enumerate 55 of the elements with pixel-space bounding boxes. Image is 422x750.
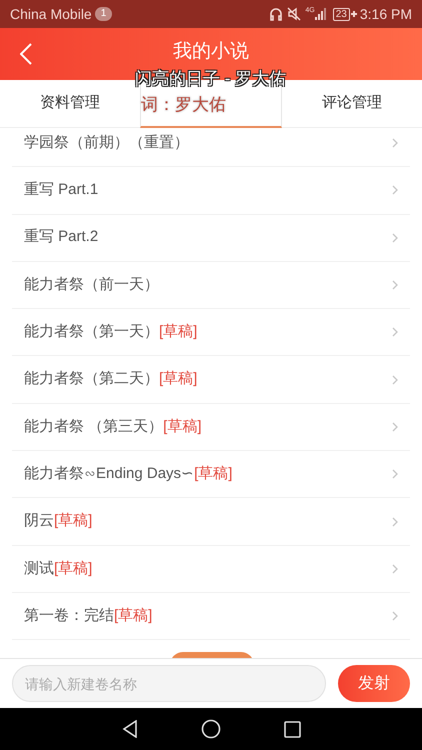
- draft-tag: [草稿]: [163, 416, 202, 438]
- draft-tag: [草稿]: [194, 462, 232, 486]
- chapter-row[interactable]: 测试[草稿]: [12, 546, 410, 593]
- draft-tag: [草稿]: [54, 558, 92, 580]
- chevron-icon: [392, 327, 398, 338]
- chapter-title: 重写 Part.1: [24, 180, 98, 200]
- chapter-title: 能力者祭（第一天）: [24, 322, 159, 342]
- chapter-row[interactable]: 学园祭（前期）（重置）: [12, 128, 410, 168]
- chapter-row[interactable]: 能力者祭∽Ending Days∽[草稿]: [12, 451, 410, 498]
- draft-tag: [草稿]: [159, 368, 198, 391]
- chapter-title: 学园祭（前期）（重置）: [24, 132, 189, 153]
- chevron-icon: [392, 280, 398, 290]
- headphones-icon: [269, 7, 284, 21]
- chapter-title: 重写 Part.2: [24, 227, 98, 248]
- back-icon[interactable]: [122, 720, 138, 738]
- chapter-title: 能力者祭 （第三天）: [24, 416, 164, 437]
- chapter-row[interactable]: 能力者祭 （第三天）[草稿]: [12, 404, 410, 452]
- chapter-row[interactable]: 重写 Part.2: [12, 214, 410, 262]
- recents-icon[interactable]: [284, 720, 300, 738]
- page-title: 我的小说: [173, 40, 249, 64]
- chapter-title: 能力者祭∽Ending Days∽: [24, 464, 194, 484]
- chevron-icon: [392, 516, 398, 527]
- chapter-row[interactable]: 能力者祭（第一天）[草稿]: [12, 309, 410, 356]
- signal-icon: [314, 8, 327, 20]
- chapter-row[interactable]: 阴云[草稿]: [12, 498, 410, 546]
- chevron-icon: [392, 138, 398, 148]
- floating-lyric: 词：罗大佑: [141, 94, 226, 116]
- clock: 3:16 PM: [360, 4, 412, 24]
- chapter-title: 阴云: [24, 511, 54, 532]
- chevron-icon: [392, 185, 398, 196]
- draft-tag: [草稿]: [54, 510, 92, 533]
- muted-speaker-icon: [287, 7, 302, 21]
- home-icon[interactable]: [200, 719, 220, 739]
- chapter-title: 能力者祭（前一天）: [24, 274, 159, 295]
- chevron-icon: [392, 469, 398, 480]
- charging-icon: [350, 11, 357, 17]
- chapter-row[interactable]: 第一卷：完结[草稿]: [12, 592, 410, 640]
- chapter-title: 测试: [24, 558, 54, 579]
- chevron-icon: [392, 611, 398, 622]
- chevron-icon: [392, 232, 398, 243]
- chapter-row[interactable]: 重写 Part.1: [12, 167, 410, 215]
- battery-level: 23: [332, 8, 350, 20]
- chapter-title: 能力者祭（第二天）: [24, 369, 159, 390]
- carrier-name: China Mobile: [10, 4, 92, 24]
- chapter-row[interactable]: 能力者祭（前一天）: [12, 262, 410, 310]
- volume-name-field[interactable]: 请输入新建卷名称: [12, 665, 326, 702]
- chevron-icon: [392, 374, 398, 385]
- draft-tag: [草稿]: [159, 321, 198, 344]
- chevron-icon: [392, 564, 398, 574]
- draft-tag: [草稿]: [114, 604, 152, 628]
- back-button[interactable]: [18, 42, 34, 66]
- chapter-title: 第一卷：完结: [24, 606, 114, 626]
- chapter-row[interactable]: 能力者祭（第二天）[草稿]: [12, 356, 410, 404]
- notification-count: 1: [94, 7, 112, 21]
- chevron-icon: [392, 422, 398, 432]
